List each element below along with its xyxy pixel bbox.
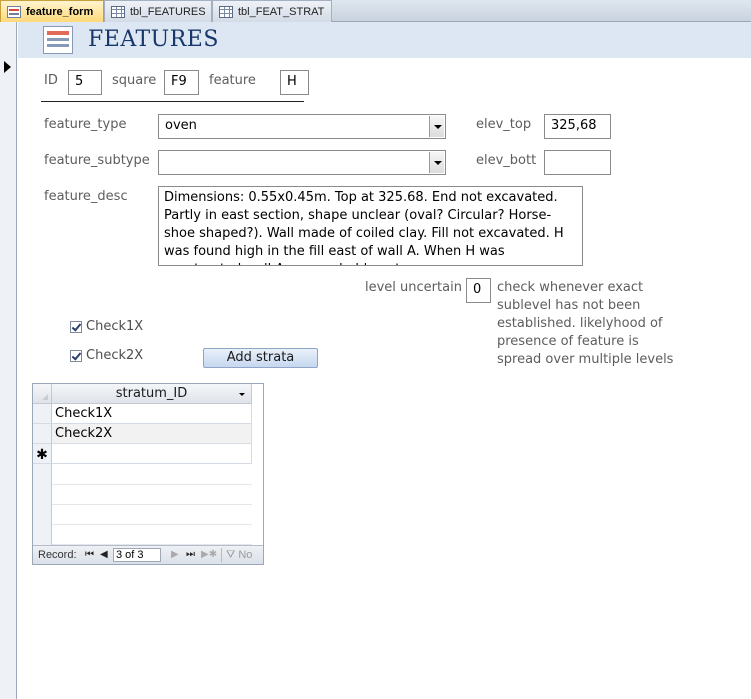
square-label: square <box>112 73 157 88</box>
checkbox-checked-icon[interactable] <box>70 349 82 362</box>
table-icon <box>111 5 125 18</box>
record-label: Record: <box>38 549 77 561</box>
strata-subform: stratum_ID Check1X Check2X ✱ Record: ⏮ ◀… <box>32 383 264 565</box>
id-label: ID <box>44 73 58 88</box>
feature-type-combobox[interactable]: oven <box>158 114 446 139</box>
check2x-checkbox[interactable]: Check2X <box>70 348 143 363</box>
record-selector[interactable] <box>0 22 17 699</box>
feature-subtype-combobox[interactable] <box>158 150 446 175</box>
chevron-down-icon[interactable] <box>429 116 444 137</box>
form-title: FEATURES <box>88 27 219 52</box>
form-icon <box>43 26 73 54</box>
feature-field[interactable]: H <box>280 70 309 95</box>
level-uncertain-label: level uncertain <box>365 280 462 295</box>
level-uncertain-field[interactable]: 0 <box>466 278 491 303</box>
level-uncertain-note: check whenever exact sublevel has not be… <box>497 280 674 367</box>
table-cell[interactable]: Check2X <box>52 424 252 444</box>
document-tab-bar: feature_form tbl_FEATURES tbl_FEAT_STRAT <box>0 0 751 22</box>
nav-separator <box>221 548 222 562</box>
row-selector[interactable] <box>33 424 52 444</box>
current-record-arrow-icon <box>4 61 11 73</box>
feature-type-label: feature_type <box>44 117 127 132</box>
tab-tbl-features[interactable]: tbl_FEATURES <box>104 0 212 22</box>
form-header: FEATURES <box>18 22 751 58</box>
current-record-field[interactable]: 3 of 3 <box>113 548 161 562</box>
chevron-down-icon[interactable] <box>239 393 245 396</box>
check1x-checkbox[interactable]: Check1X <box>70 319 143 334</box>
elev-bott-label: elev_bott <box>476 153 537 168</box>
column-header-label: stratum_ID <box>115 386 188 401</box>
elev-top-label: elev_top <box>476 117 532 132</box>
tab-tbl-feat-strat[interactable]: tbl_FEAT_STRAT <box>212 0 332 22</box>
section-divider <box>41 101 304 102</box>
checkbox-label: Check1X <box>86 319 144 334</box>
previous-record-icon[interactable]: ◀ <box>100 549 108 560</box>
row-selector[interactable] <box>33 404 52 424</box>
grid-line <box>52 504 252 505</box>
elev-bott-field[interactable] <box>544 150 611 175</box>
last-record-icon[interactable]: ⏭ <box>186 549 195 560</box>
feature-label: feature <box>209 73 256 88</box>
feature-desc-label: feature_desc <box>44 189 128 204</box>
next-record-icon[interactable]: ▶ <box>171 549 179 560</box>
funnel-icon: ⛛ <box>226 549 236 561</box>
tab-label: feature_form <box>26 5 94 18</box>
grid-line <box>52 484 252 485</box>
feature-type-value: oven <box>165 118 197 133</box>
select-all-corner[interactable] <box>33 384 52 404</box>
filter-label: No <box>238 549 253 561</box>
empty-selector-area <box>33 464 52 546</box>
table-icon <box>219 5 233 18</box>
grid-line <box>52 524 252 525</box>
column-header-stratum-id[interactable]: stratum_ID <box>52 384 252 404</box>
table-cell[interactable]: Check1X <box>52 404 252 424</box>
square-field[interactable]: F9 <box>164 70 199 95</box>
form-icon <box>7 5 21 18</box>
table-row[interactable]: Check2X <box>33 424 252 444</box>
record-navigation-bar: Record: ⏮ ◀ 3 of 3 ▶ ⏭ ▶✱ ⛛ No <box>33 545 263 564</box>
filter-indicator[interactable]: ⛛ No <box>226 549 252 562</box>
id-field[interactable]: 5 <box>68 70 102 95</box>
elev-top-field[interactable]: 325,68 <box>544 114 611 139</box>
new-record-asterisk-icon: ✱ <box>33 444 52 464</box>
first-record-icon[interactable]: ⏮ <box>85 549 94 560</box>
table-row[interactable]: Check1X <box>33 404 252 424</box>
chevron-down-icon[interactable] <box>429 152 444 173</box>
add-strata-button[interactable]: Add strata <box>203 348 318 368</box>
feature-desc-textarea[interactable]: Dimensions: 0.55x0.45m. Top at 325.68. E… <box>158 186 583 266</box>
checkbox-checked-icon[interactable] <box>70 320 82 333</box>
feature-subtype-label: feature_subtype <box>44 153 150 168</box>
tab-label: tbl_FEATURES <box>130 5 206 18</box>
table-cell[interactable] <box>52 444 252 464</box>
tab-feature-form[interactable]: feature_form <box>0 0 104 22</box>
new-record-icon[interactable]: ▶✱ <box>201 549 217 560</box>
tab-label: tbl_FEAT_STRAT <box>238 5 325 18</box>
new-record-row[interactable]: ✱ <box>33 444 252 464</box>
checkbox-label: Check2X <box>86 348 144 363</box>
